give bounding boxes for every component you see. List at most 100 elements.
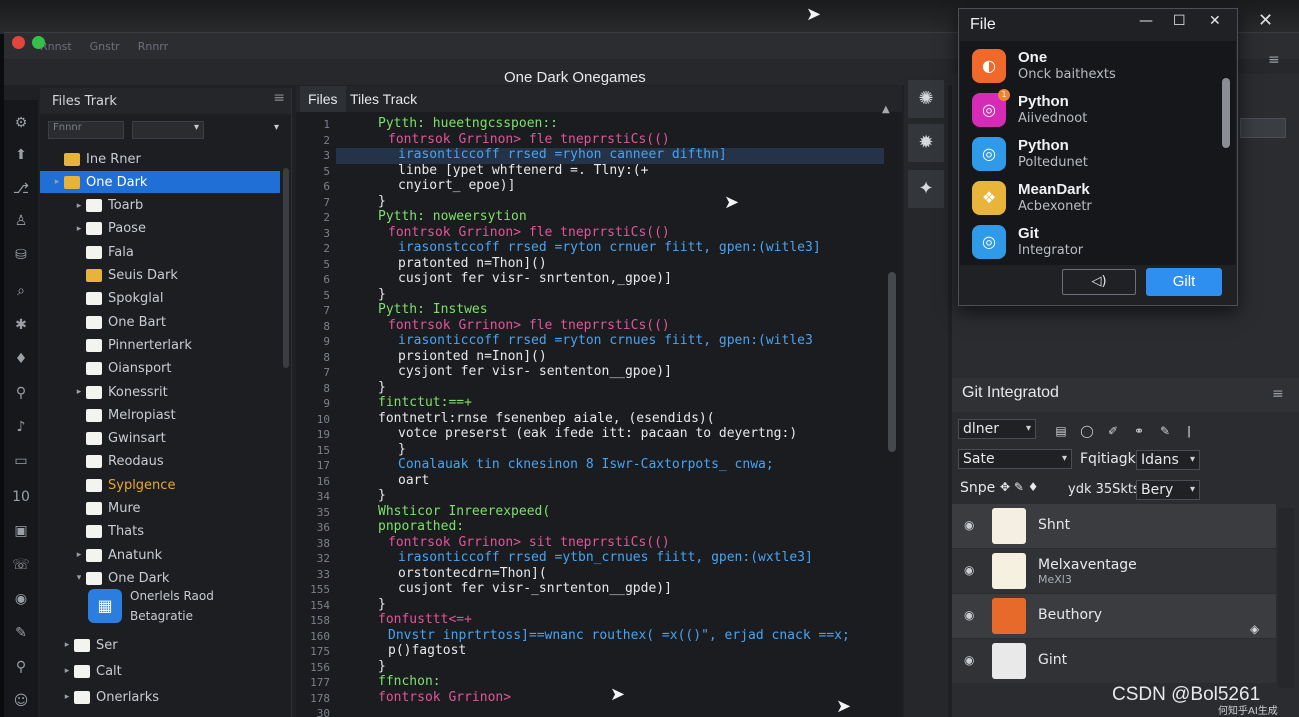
code-line[interactable]: p()fagtost [388, 643, 948, 658]
scroll-up-icon[interactable]: ▲ [882, 104, 890, 115]
database-icon[interactable]: ⛁ [12, 246, 30, 264]
layer-row[interactable]: ◉ Shnt [952, 504, 1276, 548]
tree-item[interactable]: ▸ Konessrit [40, 381, 280, 403]
code-line[interactable]: fontrsok Grrinon> sit tneprrstiCs(() [388, 535, 948, 550]
tab-tiles-track[interactable]: Tiles Track [342, 86, 425, 112]
tree-item[interactable]: Gwinsart [40, 428, 280, 450]
drop-icon[interactable]: ♦ [12, 350, 30, 368]
tree-item[interactable]: Syplgence [40, 474, 280, 496]
popup-list-item[interactable]: ◐ One Onck baithexts [972, 47, 1222, 87]
monitor-icon[interactable]: ▣ [12, 522, 30, 540]
blend-select[interactable]: Bery ▾ [1136, 480, 1200, 500]
tree-item[interactable]: Melropiast [40, 404, 280, 426]
git-button[interactable]: Gilt [1146, 268, 1222, 296]
tree-item[interactable]: ▸ One Dark [40, 171, 280, 194]
code-line[interactable]: orstontecdrn=Thon]( [398, 566, 958, 581]
code-line[interactable]: irasonticcoff rrsed =ryton crnues fiitt,… [398, 333, 958, 348]
chevron-right-icon[interactable]: ▸ [62, 692, 72, 702]
popup-list-item[interactable]: ◎ Git Integrator [972, 223, 1222, 263]
popup-scrollbar[interactable] [1222, 78, 1230, 148]
search-input[interactable] [1240, 118, 1286, 138]
maximize-window-button[interactable] [32, 36, 45, 49]
eye-icon[interactable]: ◉ [964, 563, 974, 577]
phone-icon[interactable]: ☏ [12, 556, 30, 574]
circle-icon[interactable]: ◯ [1080, 424, 1094, 438]
featured-item[interactable]: ▦ Onerlels Raod Betagratie [88, 586, 214, 626]
tree-item[interactable]: Ine Rner [40, 148, 280, 170]
close-window-button[interactable] [12, 36, 25, 49]
popup-list-item[interactable]: ◎ Python Aiivednoot 1 [972, 89, 1222, 131]
code-line[interactable]: pratonted n=Thon]() [398, 256, 958, 271]
tree-item[interactable]: ▸ Toarb [40, 195, 280, 217]
code-line[interactable]: votce preserst (eak ifede itt: pacaan to… [398, 426, 958, 441]
code-line[interactable]: cnyiort_ epoe)] [398, 178, 958, 193]
tree-item[interactable]: ▸ Ser [40, 634, 280, 656]
settings-icon[interactable]: ⚙ [12, 114, 30, 132]
code-line[interactable]: fontrsok Grrinon> fle tneprrstiCs(() [388, 132, 948, 147]
cog-icon[interactable]: ✹ [908, 124, 944, 162]
minimize-icon[interactable]: — [1139, 13, 1153, 29]
close-icon[interactable]: ✕ [1258, 10, 1273, 31]
tree-item[interactable]: Thats [40, 521, 280, 543]
menu-item[interactable]: Gnstr [90, 40, 120, 53]
brush-icon[interactable]: ✥ ✎ ♦ [1000, 480, 1039, 494]
tree-item[interactable]: ▸ Onerlarks [40, 686, 280, 708]
tab-files[interactable]: Files [300, 86, 346, 112]
code-line[interactable]: linbe [ypet whftenerd =. Tlny:(+ [398, 163, 958, 178]
code-line[interactable]: Pytth: Instwes [378, 302, 938, 317]
target-icon[interactable]: ✦ [908, 170, 944, 208]
pin-icon[interactable]: ⚲ [12, 384, 30, 402]
tree-item[interactable]: Spokglal [40, 288, 280, 310]
eye-icon[interactable]: ◉ [964, 608, 974, 622]
eye-icon[interactable]: ◉ [964, 653, 974, 667]
code-line[interactable]: oart [398, 473, 958, 488]
code-line[interactable]: fontrsok Grrinon> [378, 690, 938, 705]
editor-scrollbar[interactable] [888, 272, 896, 452]
gear-icon[interactable]: ✺ [908, 80, 944, 118]
layer-row[interactable]: ◉ Gint [952, 639, 1276, 683]
menu-icon[interactable]: ≡ [273, 90, 285, 106]
maximize-icon[interactable]: ☐ [1173, 13, 1186, 29]
menu-icon[interactable]: ≡ [1268, 52, 1280, 68]
person-icon[interactable]: ♙ [12, 212, 30, 230]
popup-list-item[interactable]: ❖ MeanDark Acbexonetr [972, 179, 1222, 219]
diamond-icon[interactable]: ◈ [1250, 622, 1259, 636]
code-line[interactable]: cysjont fer visr- sententon__gpoe)] [398, 364, 958, 379]
upload-icon[interactable]: ⬆ [12, 146, 30, 164]
tree-item[interactable]: Mure [40, 498, 280, 520]
list-icon[interactable]: ▤ [1054, 424, 1068, 438]
info-icon[interactable]: ǀ [1182, 424, 1196, 438]
bug-icon[interactable]: ✱ [12, 316, 30, 334]
code-line[interactable]: } [378, 380, 938, 395]
code-line[interactable]: fontrsok Grrinon> fle tneprrstiCs(() [388, 318, 948, 333]
close-icon[interactable]: ✕ [1209, 13, 1221, 29]
code-line[interactable]: } [378, 287, 938, 302]
code-editor[interactable]: 1 2 3 5 6 7 2 3 2 5 6 5 7 8 9 8 7 8 9 10 19 15 17 16 34 35 36 38 32 3… [296, 104, 902, 717]
chat-icon[interactable]: ◉ [12, 590, 30, 608]
tree-item[interactable]: Reodaus [40, 451, 280, 473]
code-line[interactable]: Dnvstr inprtrtoss]==wnanc routhex( =x(()… [388, 628, 948, 643]
tree-item[interactable]: Pinnerterlark [40, 334, 280, 356]
code-line[interactable]: pnporathed: [378, 519, 938, 534]
location-icon[interactable]: ⚲ [12, 658, 30, 676]
code-line[interactable]: ffnchon: [378, 674, 938, 689]
eye-icon[interactable]: ◉ [964, 518, 974, 532]
chevron-right-icon[interactable]: ▸ [52, 177, 62, 187]
code-line[interactable]: cusjont fer visr- snrtenton,_gpoe)] [398, 271, 958, 286]
search-icon[interactable]: ⌕ [12, 282, 30, 300]
code-line[interactable]: } [378, 597, 938, 612]
layer-row[interactable]: ◉ Melxaventage MeXl3 [952, 549, 1276, 593]
filter-input[interactable]: Fnnnr [48, 121, 124, 139]
branch-select[interactable]: dlner ▾ [958, 419, 1036, 439]
code-line[interactable]: } [398, 442, 958, 457]
tree-item[interactable]: ▸Sratlone [40, 712, 280, 717]
code-line[interactable]: prsionted n=Inon]() [398, 349, 958, 364]
code-line[interactable]: } [378, 194, 938, 209]
popup-list-item[interactable]: ◎ Python Poltedunet [972, 135, 1222, 175]
chevron-right-icon[interactable]: ▾ [74, 573, 84, 583]
code-line[interactable]: } [378, 488, 938, 503]
tree-item[interactable]: ▸ Anatunk [40, 544, 280, 566]
filter-select[interactable]: ▾ [132, 121, 204, 139]
code-line[interactable]: fontnetrl:rnse fsenenbep aiale, (esendid… [378, 411, 938, 426]
tree-item[interactable]: ▸ Paose [40, 218, 280, 240]
